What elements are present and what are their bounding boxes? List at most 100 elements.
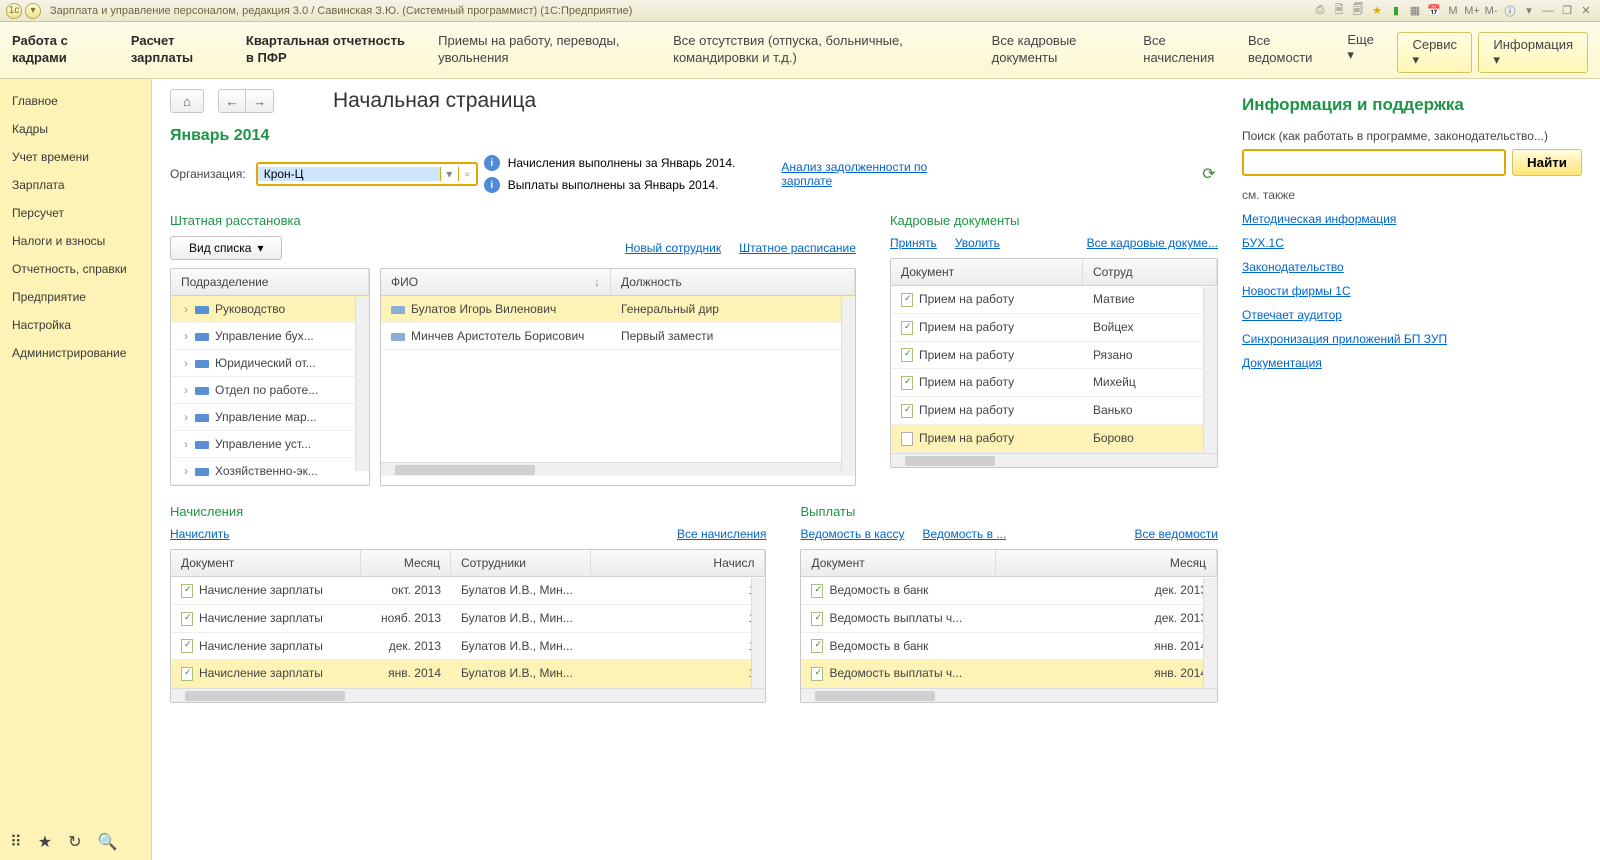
grid-icon[interactable]: ▦ [1407, 3, 1423, 19]
hrdoc-row[interactable]: Прием на работуВанько [891, 397, 1217, 425]
hrdoc-row[interactable]: Прием на работуБорово [891, 425, 1217, 453]
help-icon[interactable]: ⓘ [1502, 3, 1518, 19]
forward-button[interactable]: → [246, 89, 274, 113]
menu-absence[interactable]: Все отсутствия (отпуска, больничные, ком… [673, 32, 967, 66]
support-link[interactable]: Методическая информация [1242, 212, 1582, 226]
calc-link[interactable]: Начислить [170, 527, 229, 541]
col-doc[interactable]: Документ [171, 550, 361, 576]
payment-row[interactable]: Ведомость в банкдек. 2013 [801, 577, 1217, 605]
nav-reports[interactable]: Отчетность, справки [0, 255, 151, 283]
accrual-row[interactable]: Начисление зарплатыянв. 2014Булатов И.В.… [171, 660, 765, 688]
col-sum[interactable]: Начисл [591, 550, 765, 576]
vscroll[interactable] [1203, 578, 1217, 688]
new-employee-link[interactable]: Новый сотрудник [625, 241, 721, 255]
dept-row[interactable]: ›Управление уст... [171, 431, 369, 458]
col-emp[interactable]: Сотруд [1083, 259, 1217, 285]
hrdoc-row[interactable]: Прием на работуМатвие [891, 286, 1217, 314]
back-button[interactable]: ← [218, 89, 246, 113]
support-link[interactable]: Новости фирмы 1С [1242, 284, 1582, 298]
info-button[interactable]: Информация ▾ [1478, 32, 1588, 73]
support-link[interactable]: Документация [1242, 356, 1582, 370]
hrdoc-row[interactable]: Прием на работуРязано [891, 342, 1217, 370]
close-icon[interactable]: ✕ [1578, 3, 1594, 19]
all-hrdocs-link[interactable]: Все кадровые докуме... [1087, 236, 1218, 250]
apps-icon[interactable]: ⠿ [10, 832, 22, 852]
doc-icon[interactable]: 🗎 [1331, 3, 1347, 19]
nav-taxes[interactable]: Налоги и взносы [0, 227, 151, 255]
org-open-icon[interactable]: ▫ [458, 167, 476, 181]
m-icon[interactable]: M [1445, 3, 1461, 19]
favorite-icon[interactable]: ★ [1369, 3, 1385, 19]
dept-row[interactable]: ›Управление бух... [171, 323, 369, 350]
all-payments-link[interactable]: Все ведомости [1135, 527, 1218, 541]
nav-pers[interactable]: Персучет [0, 199, 151, 227]
dept-row[interactable]: ›Управление мар... [171, 404, 369, 431]
list-view-button[interactable]: Вид списка ▾ [170, 236, 282, 260]
hscroll[interactable] [891, 453, 1217, 467]
menu-all-hr[interactable]: Все кадровые документы [992, 32, 1119, 66]
printer-icon[interactable]: ⎙ [1312, 3, 1328, 19]
col-pos[interactable]: Должность [611, 269, 855, 295]
hscroll[interactable] [801, 688, 1217, 702]
col-fio[interactable]: ФИО↓ [381, 269, 611, 295]
debt-link[interactable]: Анализ задолженности по зарплате [781, 160, 931, 188]
col-emp[interactable]: Сотрудники [451, 550, 591, 576]
find-button[interactable]: Найти [1512, 149, 1582, 176]
m-minus-icon[interactable]: M- [1483, 3, 1499, 19]
dropdown-icon[interactable]: ▾ [25, 3, 41, 19]
hrdoc-row[interactable]: Прием на работуМихейц [891, 369, 1217, 397]
dropdown2-icon[interactable]: ▾ [1521, 3, 1537, 19]
nav-main[interactable]: Главное [0, 87, 151, 115]
menu-sheets[interactable]: Все ведомости [1248, 32, 1322, 66]
menu-quarterly[interactable]: Квартальная отчетность в ПФР [246, 32, 413, 66]
support-link[interactable]: Отвечает аудитор [1242, 308, 1582, 322]
search-icon[interactable]: 🔍 [97, 832, 117, 852]
check-icon[interactable]: ▮ [1388, 3, 1404, 19]
col-doc[interactable]: Документ [801, 550, 996, 576]
accrual-row[interactable]: Начисление зарплатыокт. 2013Булатов И.В.… [171, 577, 765, 605]
dept-row[interactable]: ›Отдел по работе... [171, 377, 369, 404]
nav-hr[interactable]: Кадры [0, 115, 151, 143]
all-accruals-link[interactable]: Все начисления [677, 527, 767, 541]
home-button[interactable]: ⌂ [170, 89, 204, 113]
menu-salary[interactable]: Расчет зарплаты [131, 32, 221, 66]
emp-row[interactable]: Минчев Аристотель БорисовичПервый замест… [381, 323, 855, 350]
star-icon[interactable]: ★ [38, 832, 52, 852]
search-input[interactable] [1242, 149, 1506, 176]
hscroll[interactable] [381, 462, 855, 476]
menu-accruals[interactable]: Все начисления [1143, 32, 1223, 66]
payment-row[interactable]: Ведомость выплаты ч...дек. 2013 [801, 605, 1217, 633]
vscroll[interactable] [355, 297, 369, 471]
history-icon[interactable]: ↻ [68, 832, 81, 852]
dept-row[interactable]: ›Руководство [171, 296, 369, 323]
org-input[interactable] [258, 167, 440, 181]
emp-row[interactable]: Булатов Игорь ВиленовичГенеральный дир [381, 296, 855, 323]
support-link[interactable]: БУХ.1С [1242, 236, 1582, 250]
nav-settings[interactable]: Настройка [0, 311, 151, 339]
vscroll[interactable] [841, 297, 855, 471]
refresh-icon[interactable]: ⟳ [1200, 165, 1218, 183]
dept-row[interactable]: ›Хозяйственно-эк... [171, 458, 369, 485]
col-month[interactable]: Месяц [361, 550, 451, 576]
dept-row[interactable]: ›Юридический от... [171, 350, 369, 377]
org-drop-icon[interactable]: ▾ [440, 167, 458, 181]
col-month[interactable]: Месяц [996, 550, 1217, 576]
accept-link[interactable]: Принять [890, 236, 937, 250]
vscroll[interactable] [751, 578, 765, 688]
copy-icon[interactable]: 🗐 [1350, 3, 1366, 19]
to-link[interactable]: Ведомость в ... [922, 527, 1006, 541]
nav-time[interactable]: Учет времени [0, 143, 151, 171]
col-dept[interactable]: Подразделение [171, 269, 369, 295]
service-button[interactable]: Сервис ▾ [1397, 32, 1472, 73]
hrdoc-row[interactable]: Прием на работуВойцех [891, 314, 1217, 342]
minimize-icon[interactable]: — [1540, 3, 1556, 19]
payment-row[interactable]: Ведомость выплаты ч...янв. 2014 [801, 660, 1217, 688]
org-combobox[interactable]: ▾ ▫ [256, 162, 478, 186]
cash-link[interactable]: Ведомость в кассу [800, 527, 904, 541]
calendar-icon[interactable]: 📅 [1426, 3, 1442, 19]
nav-company[interactable]: Предприятие [0, 283, 151, 311]
fire-link[interactable]: Уволить [955, 236, 1000, 250]
m-plus-icon[interactable]: M+ [1464, 3, 1480, 19]
maximize-icon[interactable]: ❐ [1559, 3, 1575, 19]
vscroll[interactable] [1203, 287, 1217, 453]
